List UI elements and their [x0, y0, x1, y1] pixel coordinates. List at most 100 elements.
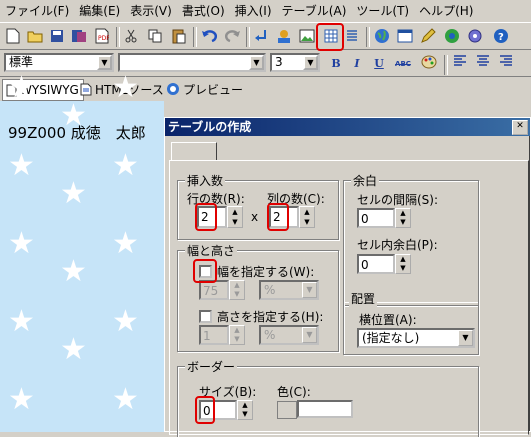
- width-spinner[interactable]: ▲ ▼: [229, 280, 245, 300]
- editor-canvas[interactable]: ★ ★ ★ ★ ★ ★ ★ ★ ★ ★ ★ ★ ★ ★: [0, 73, 164, 432]
- horizontal-align-select[interactable]: (指定なし) ▼: [357, 328, 475, 348]
- cell-spacing-input[interactable]: 0: [357, 208, 395, 228]
- chevron-down-icon[interactable]: ▼: [302, 327, 317, 343]
- copy-icon[interactable]: [146, 27, 164, 45]
- chevron-down-icon[interactable]: ▼: [249, 55, 264, 70]
- menu-tools[interactable]: ツール(T): [351, 2, 414, 19]
- cell-spacing-label: セルの間隔(S):: [357, 193, 439, 207]
- border-color-input[interactable]: [297, 400, 353, 418]
- globe-icon[interactable]: [373, 27, 391, 45]
- times-sign: x: [251, 210, 259, 224]
- border-size-spinner[interactable]: ▲ ▼: [237, 400, 253, 420]
- border-color-label: 色(C):: [277, 385, 311, 399]
- italic-button[interactable]: I: [348, 55, 366, 73]
- star-pattern: ★: [8, 148, 35, 183]
- dialog-titlebar: テーブルの作成 ✕: [165, 118, 530, 136]
- star-pattern: ★: [112, 226, 139, 261]
- star-pattern: ★: [8, 70, 35, 105]
- star-pattern: ★: [8, 226, 35, 261]
- insert-list-icon[interactable]: [343, 27, 361, 45]
- editor-content-text[interactable]: 99Z000 成徳 太郎: [8, 122, 146, 143]
- height-spinner[interactable]: ▲ ▼: [229, 325, 245, 345]
- highlight-border-size: [195, 396, 215, 424]
- menu-view[interactable]: 表示(V): [125, 2, 177, 19]
- palette-icon[interactable]: [420, 55, 438, 73]
- cols-spinner[interactable]: ▲ ▼: [299, 206, 315, 228]
- undo-icon[interactable]: [200, 27, 218, 45]
- insert-image-2-icon[interactable]: [298, 27, 316, 45]
- height-unit-select[interactable]: % ▼: [259, 325, 319, 345]
- star-pattern: ★: [60, 332, 87, 367]
- pdf-icon[interactable]: PDF: [93, 27, 111, 45]
- settings-icon[interactable]: [466, 27, 484, 45]
- margin-title: 余白: [351, 172, 380, 189]
- star-pattern: ★: [112, 148, 139, 183]
- menu-help[interactable]: ヘルプ(H): [414, 2, 478, 19]
- width-unit-select[interactable]: % ▼: [259, 280, 319, 300]
- cell-padding-value: 0: [361, 258, 369, 272]
- star-pattern: ★: [60, 176, 87, 211]
- dialog-tab[interactable]: [171, 142, 217, 160]
- close-icon[interactable]: ✕: [512, 120, 528, 135]
- source-icon: [80, 83, 92, 95]
- star-pattern: ★: [8, 304, 35, 339]
- menu-file[interactable]: ファイル(F): [0, 2, 74, 19]
- chevron-down-icon[interactable]: ▼: [97, 55, 112, 70]
- cell-spacing-spinner[interactable]: ▲ ▼: [395, 208, 411, 228]
- star-pattern: ★: [112, 70, 139, 105]
- bold-button[interactable]: B: [327, 55, 345, 73]
- horizontal-align-label: 横位置(A):: [359, 313, 417, 327]
- size-title: 幅と高さ: [185, 242, 238, 259]
- menu-table[interactable]: テーブル(A): [277, 2, 352, 19]
- menu-bar: ファイル(F) 編集(E) 表示(V) 書式(O) 挿入(I) テーブル(A) …: [0, 0, 531, 21]
- dialog-title: テーブルの作成: [168, 120, 252, 134]
- font-size-select[interactable]: 3 ▼: [270, 53, 320, 72]
- height-label: 高さを指定する(H):: [217, 310, 324, 324]
- chevron-down-icon[interactable]: ▼: [458, 330, 473, 346]
- cut-icon[interactable]: [122, 27, 140, 45]
- cell-padding-label: セル内余白(P):: [357, 238, 438, 252]
- menu-format[interactable]: 書式(O): [177, 2, 230, 19]
- rows-spinner[interactable]: ▲ ▼: [227, 206, 243, 228]
- chevron-down-icon[interactable]: ▼: [303, 55, 318, 70]
- svg-text:?: ?: [498, 32, 504, 43]
- underline-button[interactable]: U: [370, 55, 388, 73]
- align-left-icon[interactable]: [451, 55, 469, 73]
- paragraph-style-value: 標準: [9, 55, 34, 69]
- earth-icon[interactable]: [443, 27, 461, 45]
- star-pattern: ★: [8, 382, 35, 417]
- height-input[interactable]: 1: [199, 325, 229, 345]
- insert-return-icon[interactable]: [252, 27, 270, 45]
- width-label: 幅を指定する(W):: [217, 265, 315, 279]
- align-right-icon[interactable]: [497, 55, 515, 73]
- help-icon[interactable]: ?: [492, 27, 510, 45]
- save-icon[interactable]: [48, 27, 66, 45]
- pencil-icon[interactable]: [419, 27, 437, 45]
- width-unit-value: %: [264, 283, 276, 297]
- width-value: 75: [203, 284, 219, 298]
- svg-text:PDF: PDF: [98, 35, 109, 42]
- new-file-icon[interactable]: [4, 27, 22, 45]
- insert-image-icon[interactable]: [275, 27, 293, 45]
- menu-insert[interactable]: 挿入(I): [230, 2, 277, 19]
- redo-icon[interactable]: [224, 27, 242, 45]
- cell-padding-spinner[interactable]: ▲ ▼: [395, 254, 411, 274]
- window-icon[interactable]: [396, 27, 414, 45]
- border-color-swatch[interactable]: [277, 401, 297, 419]
- menu-edit[interactable]: 編集(E): [74, 2, 125, 19]
- cell-padding-input[interactable]: 0: [357, 254, 395, 274]
- paste-icon[interactable]: [170, 27, 188, 45]
- chevron-down-icon[interactable]: ▼: [302, 282, 317, 298]
- main-toolbar: PDF ?: [0, 22, 531, 51]
- tab-preview[interactable]: プレビュー: [166, 79, 243, 99]
- open-folder-icon[interactable]: [26, 27, 44, 45]
- strikethrough-button[interactable]: ABC: [392, 55, 414, 73]
- font-select[interactable]: ▼: [118, 53, 266, 72]
- align-center-icon[interactable]: [474, 55, 492, 73]
- width-input[interactable]: 75: [199, 280, 229, 300]
- font-size-value: 3: [275, 55, 283, 69]
- border-title: ボーダー: [185, 358, 238, 375]
- height-checkbox[interactable]: [199, 310, 212, 323]
- create-table-dialog: テーブルの作成 ✕ 挿入数 行の数(R): 列の数(C): 2 ▲ ▼ x 2 ▲…: [164, 117, 531, 437]
- save-all-icon[interactable]: [70, 27, 88, 45]
